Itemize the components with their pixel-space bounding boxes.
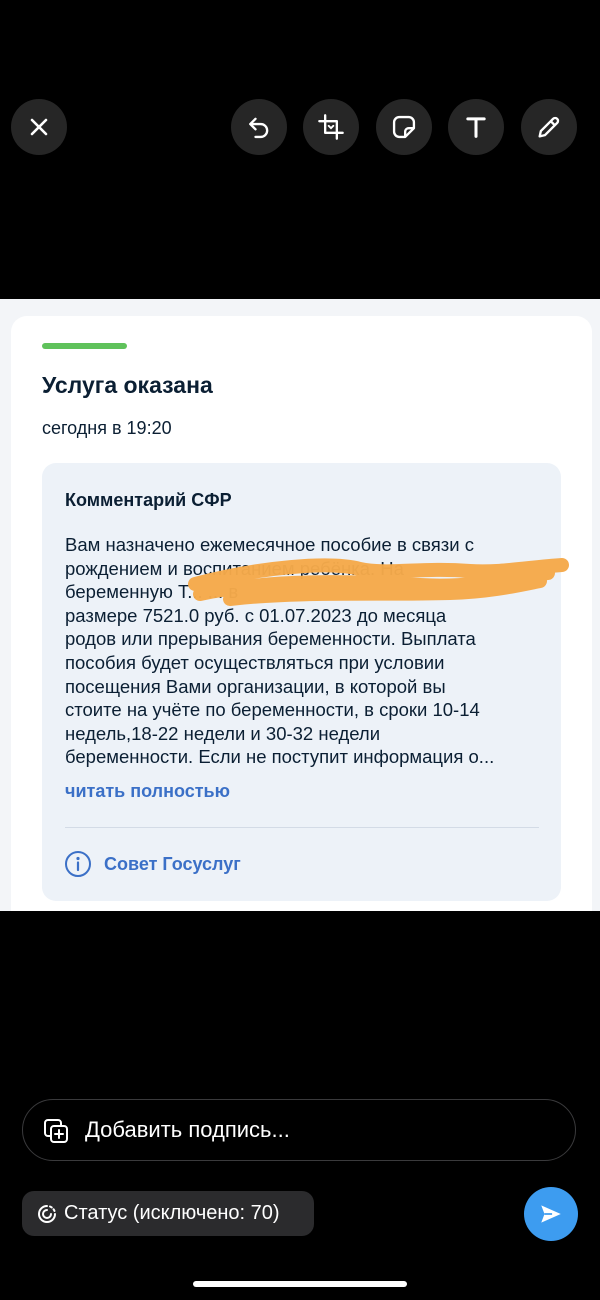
caption-input[interactable] xyxy=(85,1114,545,1146)
comment-box: Комментарий СФР Вам назначено ежемесячно… xyxy=(42,463,561,901)
comment-line: посещения Вами организации, в которой вы xyxy=(65,675,446,697)
send-button[interactable] xyxy=(524,1187,578,1241)
comment-line: стоите на учёте по беременности, в сроки… xyxy=(65,699,480,721)
tip-link[interactable]: Совет Госуслуг xyxy=(104,854,241,875)
undo-icon xyxy=(249,117,269,139)
close-icon xyxy=(30,118,48,136)
draw-button[interactable] xyxy=(521,99,577,155)
divider xyxy=(65,827,539,828)
add-media-icon xyxy=(44,1119,68,1143)
card-title: Услуга оказана xyxy=(42,372,213,398)
comment-line: беременности. Если не поступит информаци… xyxy=(65,746,495,768)
sticker-button[interactable] xyxy=(376,99,432,155)
text-tool-button[interactable] xyxy=(448,99,504,155)
comment-text: Вам назначено ежемесячное пособие в связ… xyxy=(65,533,543,769)
comment-line: Вам назначено ежемесячное пособие в связ… xyxy=(65,534,475,555)
pencil-icon xyxy=(538,116,560,138)
sticker-icon xyxy=(392,115,416,139)
crop-rotate-icon xyxy=(318,114,344,140)
status-label: Статус (исключено: 70) xyxy=(64,1202,280,1224)
comment-title: Комментарий СФР xyxy=(65,490,232,510)
comment-line: родов или прерывания беременности. Выпла… xyxy=(65,628,476,650)
read-more-link[interactable]: читать полностью xyxy=(65,781,230,802)
comment-line: рождением и воспитанием ребёнка. На xyxy=(65,557,404,579)
info-icon xyxy=(65,851,91,877)
caption-field[interactable] xyxy=(22,1099,576,1161)
text-icon xyxy=(466,117,486,138)
photo-canvas: Услуга оказана сегодня в 19:20 Комментар… xyxy=(0,299,600,911)
send-icon xyxy=(541,1205,561,1223)
crop-rotate-button[interactable] xyxy=(303,99,359,155)
comment-line: размере 7521.0 руб. с 01.07.2023 до меся… xyxy=(65,604,447,626)
undo-button[interactable] xyxy=(231,99,287,155)
comment-line: беременную Т... ... в xyxy=(65,581,239,603)
status-bar xyxy=(42,343,127,349)
service-card: Услуга оказана сегодня в 19:20 Комментар… xyxy=(11,316,592,911)
card-time: сегодня в 19:20 xyxy=(42,418,172,438)
comment-line: пособия будет осуществляться при условии xyxy=(65,651,445,673)
status-ring-icon xyxy=(38,1204,56,1223)
close-button[interactable] xyxy=(11,99,67,155)
home-indicator xyxy=(193,1281,407,1287)
comment-line: недель,18-22 недели и 30-32 недели xyxy=(65,722,381,744)
status-audience-button[interactable]: Статус (исключено: 70) xyxy=(22,1191,314,1236)
